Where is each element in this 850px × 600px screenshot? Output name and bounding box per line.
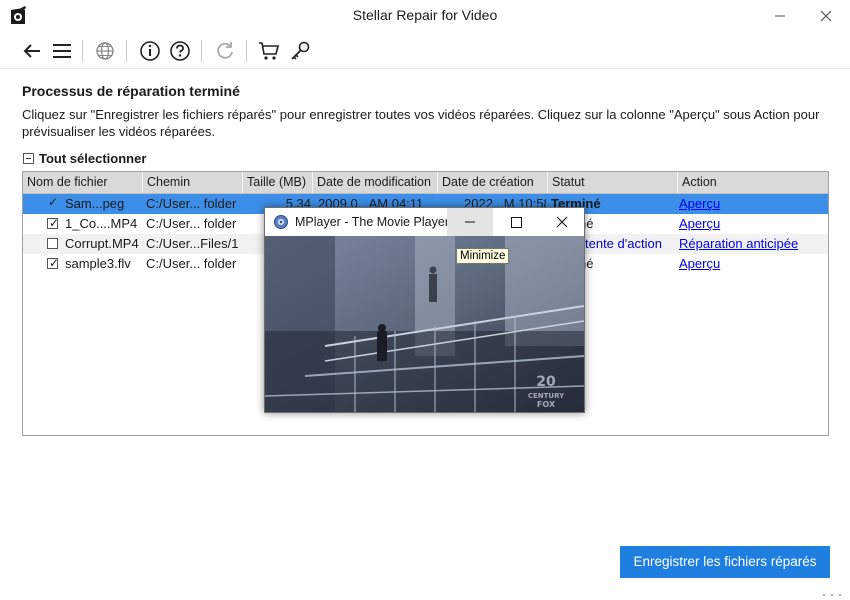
cell-status: tente d'action [585, 236, 662, 251]
back-arrow-icon[interactable] [21, 40, 43, 62]
cell-path: C:/User... folder [146, 196, 237, 211]
preview-link[interactable]: Aperçu [679, 214, 827, 234]
column-header-filename[interactable]: Nom de fichier [23, 172, 143, 193]
mplayer-maximize-button[interactable] [493, 208, 539, 236]
mplayer-minimize-button[interactable] [447, 208, 493, 236]
column-header-status[interactable]: Statut [548, 172, 678, 193]
minimize-icon [465, 221, 475, 223]
table-header: Nom de fichier Chemin Taille (MB) Date d… [23, 172, 828, 194]
row-checkbox[interactable] [47, 238, 58, 249]
preview-link[interactable]: Aperçu [679, 194, 827, 214]
column-header-path[interactable]: Chemin [143, 172, 243, 193]
mplayer-title: MPlayer - The Movie Player [295, 215, 449, 229]
toolbar-separator [82, 40, 83, 62]
mplayer-window[interactable]: MPlayer - The Movie Player 20 CENTURY FO… [264, 207, 585, 413]
video-frame[interactable]: 20 CENTURY FOX [265, 236, 584, 412]
save-repaired-files-button[interactable]: Enregistrer les fichiers réparés [620, 546, 830, 578]
cell-filename: Sam...peg [65, 196, 125, 211]
cell-path: C:/User...Files/1 [146, 236, 239, 251]
column-header-modified[interactable]: Date de modification [313, 172, 438, 193]
cart-icon[interactable] [258, 40, 280, 62]
cell-path: C:/User... folder [146, 216, 237, 231]
advanced-repair-link[interactable]: Réparation anticipée [679, 234, 827, 254]
cell-status: né [579, 256, 594, 271]
maximize-icon [511, 217, 522, 228]
toolbar [0, 32, 850, 69]
menu-icon[interactable] [51, 40, 73, 62]
close-icon [556, 216, 568, 228]
toolbar-separator [246, 40, 247, 62]
close-icon[interactable] [816, 6, 836, 26]
column-header-action[interactable]: Action [678, 172, 828, 193]
select-all-label[interactable]: Tout sélectionner [39, 151, 146, 166]
toolbar-separator [126, 40, 127, 62]
cell-path: C:/User... folder [146, 256, 237, 271]
select-all-checkbox[interactable] [23, 153, 34, 164]
mplayer-gear-icon [274, 215, 288, 229]
mplayer-title-bar[interactable]: MPlayer - The Movie Player [265, 208, 584, 236]
checkmark-icon: ✓ [49, 216, 60, 230]
row-checkbox[interactable]: ✓ [47, 256, 60, 270]
svg-text:CENTURY: CENTURY [528, 392, 565, 400]
info-icon[interactable] [139, 40, 161, 62]
cell-status: né [579, 216, 594, 231]
preview-link[interactable]: Aperçu [679, 254, 827, 274]
video-frame-image: 20 CENTURY FOX [265, 236, 584, 412]
instructions-text: Cliquez sur "Enregistrer les fichiers ré… [22, 107, 820, 139]
resize-grip-icon[interactable] [818, 586, 848, 598]
checkmark-icon: ✓ [49, 256, 60, 270]
row-checkbox[interactable]: ✓ [47, 216, 60, 230]
checkmark-icon: ✓ [48, 195, 59, 209]
toolbar-separator [201, 40, 202, 62]
column-header-size[interactable]: Taille (MB) [243, 172, 313, 193]
mplayer-close-button[interactable] [539, 208, 584, 236]
minimize-icon[interactable] [770, 6, 790, 26]
help-icon[interactable] [169, 40, 191, 62]
refresh-icon[interactable] [214, 40, 236, 62]
window-title: Stellar Repair for Video [352, 7, 498, 23]
cell-filename: sample3.flv [65, 256, 131, 271]
page-title: Processus de réparation terminé [22, 83, 240, 99]
row-checkbox[interactable]: ✓ [47, 195, 58, 209]
svg-text:FOX: FOX [537, 400, 556, 409]
column-header-created[interactable]: Date de création [438, 172, 548, 193]
minimize-tooltip: Minimize [456, 248, 510, 264]
key-icon[interactable] [289, 40, 311, 62]
cell-filename: Corrupt.MP4 [65, 236, 139, 251]
title-bar: Stellar Repair for Video [0, 0, 850, 32]
cell-filename: 1_Co....MP4 [65, 216, 138, 231]
globe-icon[interactable] [94, 40, 116, 62]
svg-text:20: 20 [536, 374, 556, 390]
